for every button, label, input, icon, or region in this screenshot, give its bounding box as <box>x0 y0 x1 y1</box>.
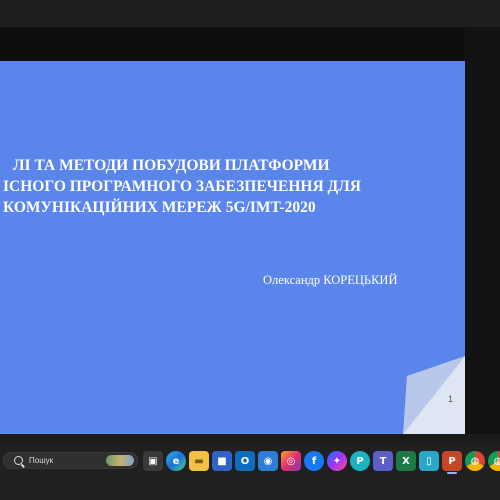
chrome-profile-icon[interactable]: ◍ <box>488 451 500 471</box>
title-line-1: ЛІ ТА МЕТОДИ ПОБУДОВИ ПЛАТФОРМИ <box>13 157 330 174</box>
chrome-icon[interactable]: ◍ <box>465 451 485 471</box>
excel-icon[interactable]: X <box>396 451 416 471</box>
taskbar: Пошук ▣ e ▬ ■ O ◉ ◎ f ✦ P T X ▯ P ◍ ◍ <box>0 444 500 500</box>
window-top-bar <box>0 0 500 27</box>
instagram-icon[interactable]: ◎ <box>281 451 301 471</box>
title-line-2: ІСНОГО ПРОГРАМНОГО ЗАБЕЗПЕЧЕННЯ ДЛЯ <box>3 178 361 195</box>
teams-icon[interactable]: T <box>373 451 393 471</box>
outlook-icon[interactable]: O <box>235 451 255 471</box>
title-line-3: КОМУНІКАЦІЙНИХ МЕРЕЖ 5G/IMT-2020 <box>3 199 316 216</box>
facebook-icon[interactable]: f <box>304 451 324 471</box>
file-explorer-icon[interactable]: ▬ <box>189 451 209 471</box>
task-view-icon[interactable]: ▣ <box>143 451 163 471</box>
separator <box>0 434 500 444</box>
search-label: Пошук <box>29 456 54 465</box>
slide-top-band <box>0 27 465 61</box>
slide-page-number: 1 <box>448 394 454 404</box>
picsart-icon[interactable]: P <box>350 451 370 471</box>
author-name: Олександр КОРЕЦЬКИЙ <box>263 273 398 287</box>
slide-title: ЛІ ТА МЕТОДИ ПОБУДОВИ ПЛАТФОРМИ ІСНОГО П… <box>0 155 465 218</box>
store-icon[interactable]: ■ <box>212 451 232 471</box>
search-icon <box>14 456 23 465</box>
search-highlight-image <box>106 455 134 466</box>
slide: ЛІ ТА МЕТОДИ ПОБУДОВИ ПЛАТФОРМИ ІСНОГО П… <box>0 27 465 434</box>
messenger-icon[interactable]: ✦ <box>327 451 347 471</box>
edge-icon[interactable]: e <box>166 451 186 471</box>
tablet-icon[interactable]: ▯ <box>419 451 439 471</box>
taskbar-search[interactable]: Пошук <box>3 452 138 469</box>
taskbar-apps: ▣ e ▬ ■ O ◉ ◎ f ✦ P T X ▯ P ◍ ◍ <box>143 450 500 474</box>
photos-icon[interactable]: ◉ <box>258 451 278 471</box>
page-curl-decoration <box>403 356 465 434</box>
presentation-view: ЛІ ТА МЕТОДИ ПОБУДОВИ ПЛАТФОРМИ ІСНОГО П… <box>0 27 500 434</box>
powerpoint-icon[interactable]: P <box>442 451 462 474</box>
side-dark-area <box>465 27 500 434</box>
